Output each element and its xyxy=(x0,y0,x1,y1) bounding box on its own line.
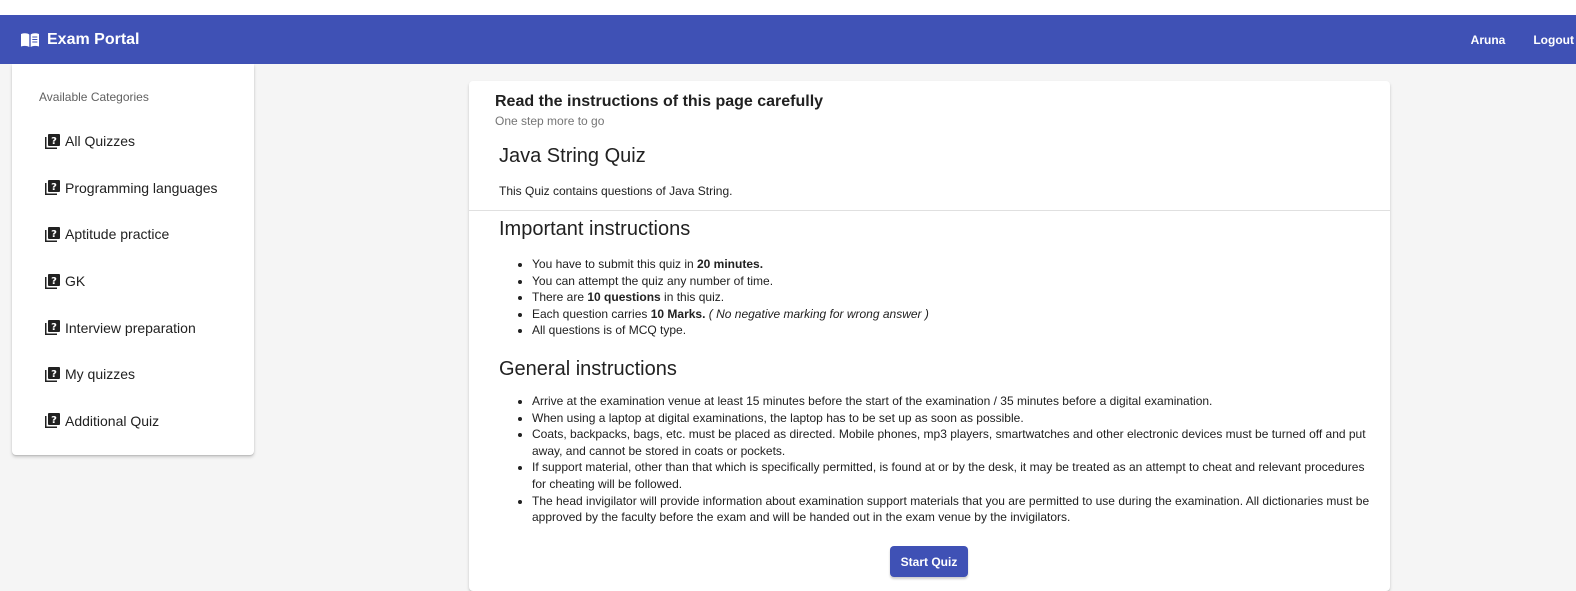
sidebar-item-label: GK xyxy=(65,273,86,290)
sidebar-item-all-quizzes[interactable]: ? All Quizzes xyxy=(12,118,254,165)
sidebar-item-label: Programming languages xyxy=(65,179,218,196)
list-item: Each question carries 10 Marks. ( No neg… xyxy=(532,306,1392,323)
list-item: Arrive at the examination venue at least… xyxy=(532,393,1372,410)
list-item: The head invigilator will provide inform… xyxy=(532,493,1372,526)
list-item: All questions is of MCQ type. xyxy=(532,322,1392,339)
sidebar-item-additional-quiz[interactable]: ? Additional Quiz xyxy=(12,398,254,445)
instructions-card: Read the instructions of this page caref… xyxy=(469,81,1390,591)
sidebar-heading: Available Categories xyxy=(39,90,149,104)
sidebar-item-label: All Quizzes xyxy=(65,133,136,150)
navbar: Exam Portal Aruna Logout xyxy=(0,15,1576,64)
start-quiz-button[interactable]: Start Quiz xyxy=(890,546,968,577)
quiz-icon: ? xyxy=(45,226,60,242)
card-title: Read the instructions of this page caref… xyxy=(495,93,824,110)
brand[interactable]: Exam Portal xyxy=(20,31,139,49)
general-instructions-heading: General instructions xyxy=(499,358,677,380)
list-item: You have to submit this quiz in 20 minut… xyxy=(532,256,1392,273)
sidebar-item-label: Additional Quiz xyxy=(65,412,160,429)
svg-text:?: ? xyxy=(51,322,57,333)
list-item: If support material, other than that whi… xyxy=(532,459,1372,492)
list-item: You can attempt the quiz any number of t… xyxy=(532,273,1392,290)
sidebar-item-label: Aptitude practice xyxy=(65,226,170,243)
svg-text:?: ? xyxy=(51,415,57,426)
svg-text:?: ? xyxy=(51,229,57,240)
svg-text:?: ? xyxy=(51,136,57,147)
list-item: When using a laptop at digital examinati… xyxy=(532,410,1372,427)
list-item: Coats, backpacks, bags, etc. must be pla… xyxy=(532,426,1372,459)
brand-title: Exam Portal xyxy=(47,30,140,48)
quiz-icon: ? xyxy=(45,413,60,429)
logout-button[interactable]: Logout xyxy=(1519,33,1576,47)
user-name-link[interactable]: Aruna xyxy=(1457,33,1520,47)
top-strip xyxy=(0,0,1576,15)
list-item: There are 10 questions in this quiz. xyxy=(532,289,1392,306)
menu-book-icon xyxy=(21,32,39,47)
sidebar-item-label: Interview preparation xyxy=(65,319,196,336)
quiz-icon: ? xyxy=(45,133,60,149)
quiz-title: Java String Quiz xyxy=(499,145,646,167)
quiz-icon: ? xyxy=(45,366,60,382)
quiz-icon: ? xyxy=(45,273,60,289)
quiz-description: This Quiz contains questions of Java Str… xyxy=(499,184,733,198)
sidebar-item-label: My quizzes xyxy=(65,366,136,383)
divider xyxy=(469,210,1390,211)
svg-text:?: ? xyxy=(51,276,57,287)
quiz-icon: ? xyxy=(45,180,60,196)
card-subtitle: One step more to go xyxy=(495,114,605,128)
sidebar-item-interview-preparation[interactable]: ? Interview preparation xyxy=(12,304,254,351)
sidebar-item-my-quizzes[interactable]: ? My quizzes xyxy=(12,351,254,398)
sidebar-item-gk[interactable]: ? GK xyxy=(12,258,254,305)
sidebar-item-aptitude-practice[interactable]: ? Aptitude practice xyxy=(12,211,254,258)
quiz-icon: ? xyxy=(45,320,60,336)
general-instructions-list: Arrive at the examination venue at least… xyxy=(499,393,1372,526)
sidebar: Available Categories ? All Quizzes ? Pro… xyxy=(12,64,254,455)
important-instructions-list: You have to submit this quiz in 20 minut… xyxy=(499,256,1392,339)
category-list: ? All Quizzes ? Programming languages ? … xyxy=(12,118,254,444)
important-instructions-heading: Important instructions xyxy=(499,218,691,240)
sidebar-item-programming-languages[interactable]: ? Programming languages xyxy=(12,165,254,212)
svg-text:?: ? xyxy=(51,182,57,193)
svg-text:?: ? xyxy=(51,369,57,380)
